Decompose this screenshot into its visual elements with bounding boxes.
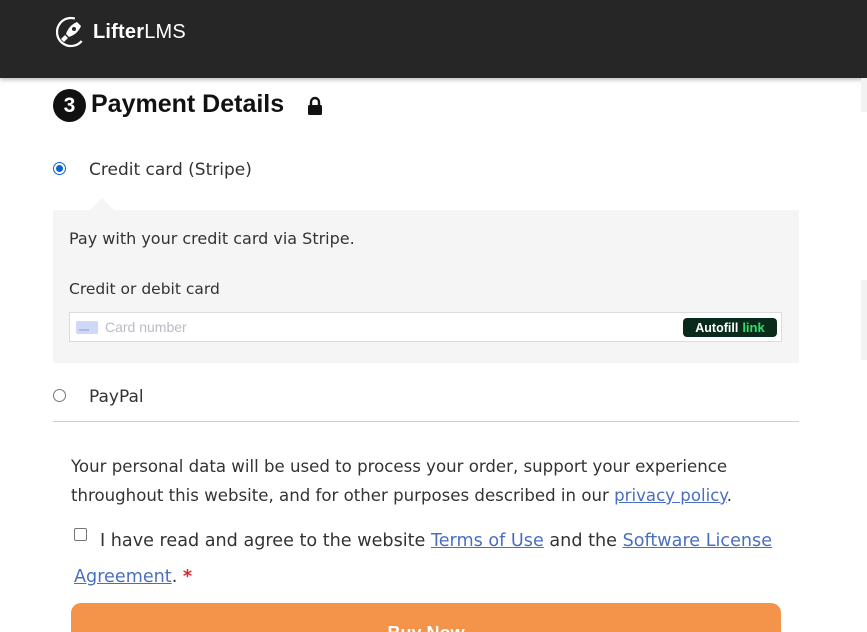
site-logo[interactable]: LifterLMS [55, 16, 186, 48]
terms-checkbox[interactable] [74, 528, 87, 541]
terms-text-middle: and the [543, 531, 623, 551]
rocket-logo-icon [55, 16, 87, 48]
required-mark: * [182, 567, 193, 587]
site-header: LifterLMS [0, 0, 867, 78]
card-number-input[interactable]: Card number Autofill link [69, 312, 782, 342]
privacy-policy-link[interactable]: privacy policy [614, 486, 727, 505]
card-field-label: Credit or debit card [69, 280, 220, 298]
payment-box-pointer [90, 198, 114, 210]
terms-agreement: I have read and agree to the website Ter… [74, 523, 774, 595]
buy-now-button[interactable]: Buy Now [71, 603, 781, 632]
privacy-notice: Your personal data will be used to proce… [71, 452, 791, 510]
scroll-edge [861, 280, 867, 360]
section-divider [53, 421, 799, 422]
link-brand-label: link [742, 320, 765, 335]
credit-card-option-label[interactable]: Credit card (Stripe) [89, 160, 252, 180]
paypal-option-label[interactable]: PayPal [89, 387, 144, 407]
step-number-badge: 3 [53, 89, 86, 122]
terms-text-end: . [171, 567, 178, 587]
lock-icon [308, 96, 322, 115]
terms-text: I have read and agree to the website [100, 531, 431, 551]
radio-credit-card[interactable] [53, 162, 66, 175]
scroll-edge [861, 78, 867, 112]
payment-details-heading: Payment Details [91, 90, 285, 118]
autofill-label: Autofill [695, 320, 739, 335]
privacy-text-end: . [726, 486, 733, 505]
logo-text: LifterLMS [93, 20, 186, 43]
stripe-description: Pay with your credit card via Stripe. [69, 229, 355, 248]
credit-card-icon [76, 321, 98, 334]
radio-paypal[interactable] [53, 389, 66, 402]
card-number-placeholder: Card number [105, 319, 187, 335]
autofill-link-button[interactable]: Autofill link [683, 318, 777, 337]
terms-of-use-link[interactable]: Terms of Use [431, 531, 544, 551]
